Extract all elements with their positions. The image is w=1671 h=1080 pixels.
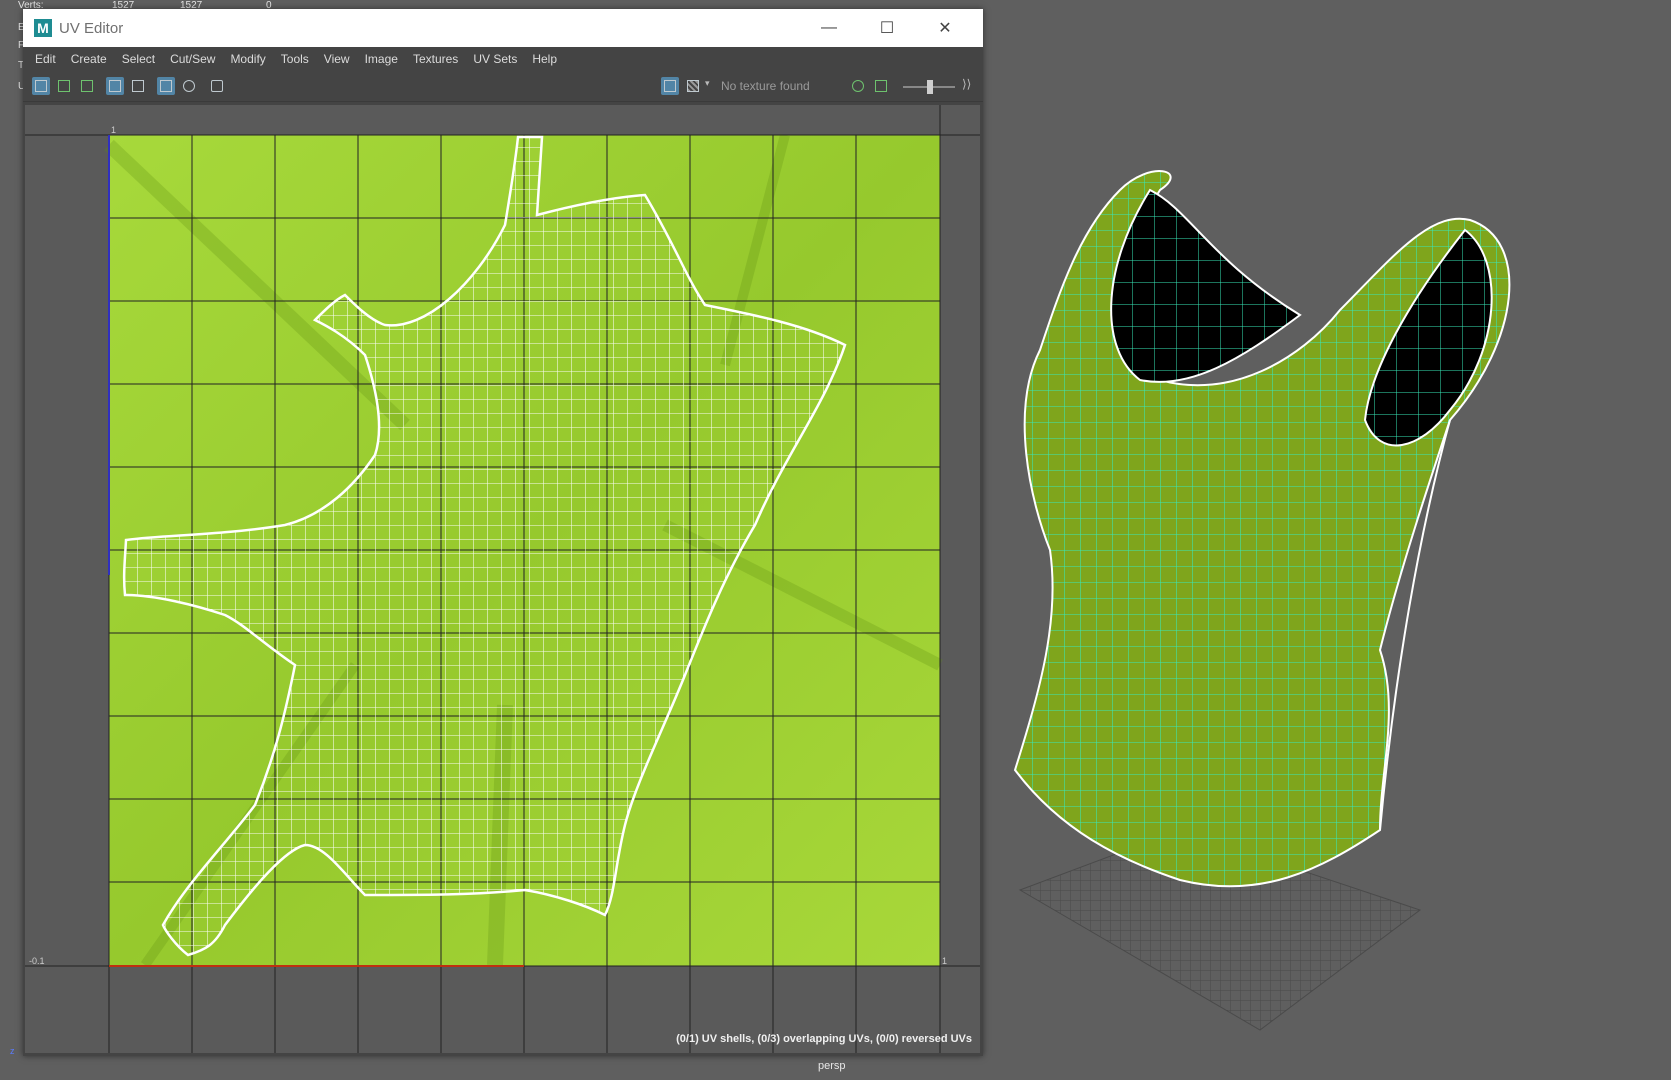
menu-modify[interactable]: Modify [230,52,265,66]
menu-create[interactable]: Create [71,52,107,66]
camera-label: persp [818,1060,846,1072]
window-title: UV Editor [59,19,124,37]
axis-indicator: z [10,1046,15,1056]
dim-image-icon[interactable] [849,77,867,95]
minimize-button[interactable]: — [800,9,858,47]
menu-tools[interactable]: Tools [281,52,309,66]
menu-cut-sew[interactable]: Cut/Sew [170,52,215,66]
maya-logo-icon: M [34,19,52,37]
menu-select[interactable]: Select [122,52,155,66]
tick-label-bottom-right: 1 [942,956,948,966]
close-button[interactable]: ✕ [916,9,974,47]
maximize-button[interactable]: ☐ [858,9,916,47]
menu-help[interactable]: Help [532,52,557,66]
display-image-icon[interactable] [661,77,679,95]
tick-label-top: 1 [111,125,117,135]
uv-editor-titlebar[interactable]: M UV Editor — ☐ ✕ [23,9,983,47]
uv-component-icon[interactable] [55,77,73,95]
image-ratio-icon[interactable] [872,77,890,95]
slider-knob[interactable] [927,80,933,94]
uv-canvas[interactable]: 1 -0.1 1 (0/1) UV shells, (0/3) overlapp… [25,105,980,1053]
toolbar-expand-icon[interactable]: ⟩⟩ [961,77,975,95]
uv-grid-canvas[interactable] [25,105,980,1053]
snapshot-icon[interactable] [208,77,226,95]
menu-textures[interactable]: Textures [413,52,458,66]
uv-editor-window[interactable]: M UV Editor — ☐ ✕ Edit Create Select Cut… [23,9,983,1056]
menu-uv-sets[interactable]: UV Sets [473,52,517,66]
exposure-slider[interactable] [903,80,955,94]
isolate-icon[interactable] [180,77,198,95]
uv-shell-select-icon[interactable] [32,77,50,95]
menu-image[interactable]: Image [365,52,398,66]
uv-status-bar: (0/1) UV shells, (0/3) overlapping UVs, … [676,1033,972,1045]
tank-top-mesh[interactable] [1000,150,1600,1050]
uv-image-icon[interactable] [78,77,96,95]
menu-view[interactable]: View [324,52,350,66]
checker-dropdown-icon[interactable]: ▾ [704,77,714,95]
checker-icon[interactable] [129,77,147,95]
wireframe-icon[interactable] [106,77,124,95]
menu-edit[interactable]: Edit [35,52,56,66]
checker-map-icon[interactable] [684,77,702,95]
tick-label-bottom-left: -0.1 [29,956,45,966]
texture-status: No texture found [721,79,810,93]
uv-toolbar: ▾ No texture found ⟩⟩ [23,71,983,102]
grid-icon[interactable] [157,77,175,95]
neck-opening [1110,188,1302,383]
menu-bar: Edit Create Select Cut/Sew Modify Tools … [23,47,983,71]
